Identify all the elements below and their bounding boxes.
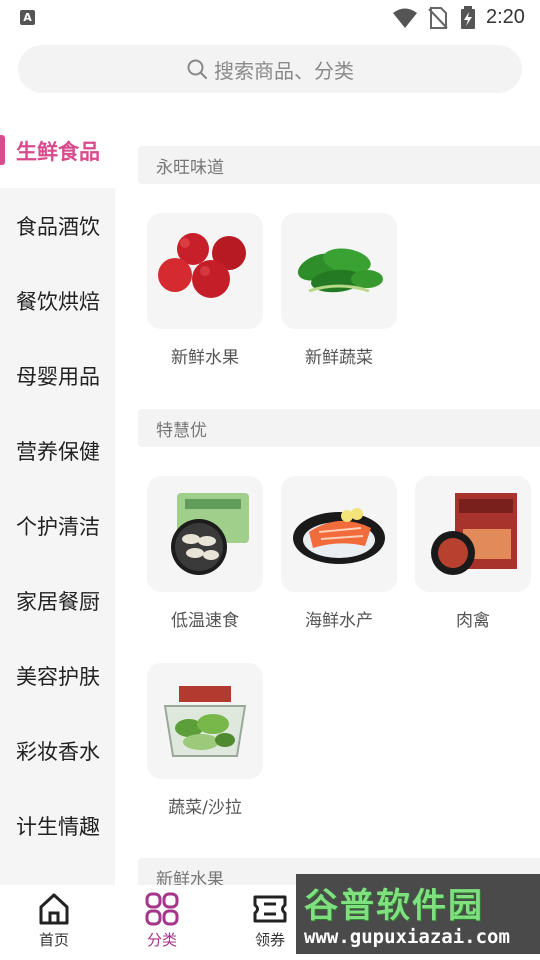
watermark-url: www.gupuxiazai.com [304,926,510,948]
search-placeholder: 搜索商品、分类 [214,58,354,83]
category-label: 低温速食 [171,611,239,631]
coupon-icon [253,895,287,923]
apples-image [147,213,263,329]
sidebar-item-makeup[interactable]: 彩妆香水 [0,713,115,788]
category-label: 肉禽 [456,611,490,631]
sidebar-item-fresh-food[interactable]: 生鲜食品 [0,113,115,188]
search-icon [187,59,207,79]
meat-box-image [415,476,531,592]
sidebar-item-catering-baking[interactable]: 餐饮烘焙 [0,263,115,338]
salmon-image [281,476,397,592]
no-sim-icon [428,7,448,29]
category-card-seafood[interactable]: 海鲜水产 [281,476,397,631]
category-label: 蔬菜/沙拉 [168,798,242,818]
sidebar-item-family-planning[interactable]: 计生情趣 [0,788,115,863]
nav-label: 领券 [254,931,285,949]
clock-time: 2:20 [486,6,525,28]
sidebar-item-skincare[interactable]: 美容护肤 [0,638,115,713]
nav-coupon[interactable]: 领券 [235,891,305,950]
category-card-meat[interactable]: 肉禽 [415,476,531,631]
status-bar: A 2:20 [0,0,540,36]
sidebar-item-mother-baby[interactable]: 母婴用品 [0,338,115,413]
greens-image [281,213,397,329]
section-header: 永旺味道 [138,146,540,184]
nav-home[interactable]: 首页 [19,891,89,950]
category-label: 新鲜蔬菜 [305,348,373,368]
wifi-icon [393,8,417,28]
battery-charging-icon [461,6,475,29]
sidebar-item-personal-care[interactable]: 个护清洁 [0,488,115,563]
watermark-title: 谷普软件园 [304,886,484,926]
sidebar-item-home-kitchen[interactable]: 家居餐厨 [0,563,115,638]
category-sidebar: 生鲜食品 食品酒饮 餐饮烘焙 母婴用品 营养保健 个护清洁 家居餐厨 美容护肤 … [0,113,115,885]
dumplings-image [147,476,263,592]
category-label: 海鲜水产 [305,611,373,631]
search-input[interactable]: 搜索商品、分类 [18,45,522,93]
category-card-fruit[interactable]: 新鲜水果 [147,213,263,368]
nav-category[interactable]: 分类 [127,891,197,950]
home-icon [39,893,69,925]
category-card-salad[interactable]: 蔬菜/沙拉 [147,663,263,818]
category-card-frozen-food[interactable]: 低温速食 [147,476,263,631]
category-card-vegetables[interactable]: 新鲜蔬菜 [281,213,397,368]
watermark-logo: 谷普软件园 www.gupuxiazai.com [296,874,540,954]
section-header: 特慧优 [138,409,540,447]
nav-label: 分类 [146,931,177,949]
sidebar-item-food-drinks[interactable]: 食品酒饮 [0,188,115,263]
nav-label: 首页 [38,931,69,949]
category-icon [145,892,179,926]
category-label: 新鲜水果 [171,348,239,368]
salad-image [147,663,263,779]
sidebar-item-nutrition[interactable]: 营养保健 [0,413,115,488]
notification-a-icon: A [20,10,35,25]
